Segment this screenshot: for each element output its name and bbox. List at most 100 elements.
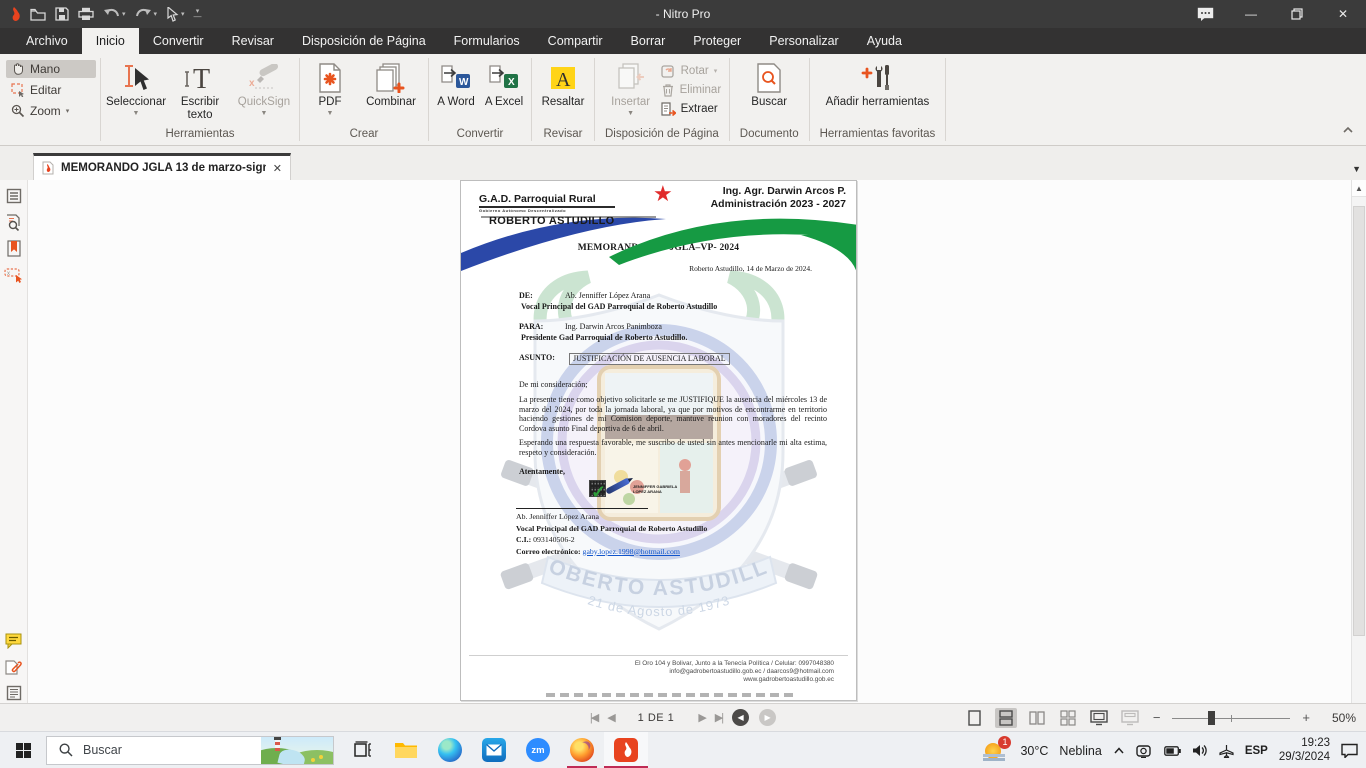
signature-panel-icon[interactable]: x [4,264,24,284]
task-view-button[interactable] [340,732,384,768]
firefox-button[interactable] [560,732,604,768]
close-document-icon[interactable]: ✕ [273,162,282,175]
select-tool-button[interactable]: ▾ [166,7,185,22]
zoom-tool-button[interactable]: Zoom ▾ [6,102,96,120]
scrollbar-thumb[interactable] [1353,206,1365,636]
feedback-icon[interactable] [1182,0,1228,28]
minimize-button[interactable]: — [1228,0,1274,28]
file-explorer-button[interactable] [384,732,428,768]
restore-button[interactable] [1274,0,1320,28]
battery-icon[interactable] [1164,746,1181,756]
facing-pages-view-icon[interactable] [1026,708,1048,728]
tab-disposicion[interactable]: Disposición de Página [288,28,440,54]
continuous-view-icon[interactable] [995,708,1017,728]
pdf-dropdown-caret[interactable]: ▼ [327,110,334,117]
extraer-button[interactable]: Extraer [661,102,722,116]
news-weather-widget[interactable] [261,737,333,764]
mail-button[interactable] [472,732,516,768]
tab-revisar[interactable]: Revisar [218,28,288,54]
edit-tool-button[interactable]: Editar [6,81,96,99]
combinar-button[interactable]: Combinar [358,56,424,109]
buscar-button[interactable]: Buscar [741,56,797,109]
tab-proteger[interactable]: Proteger [679,28,755,54]
close-button[interactable]: ✕ [1320,0,1366,28]
last-page-button[interactable]: ▶| [715,711,722,724]
seleccionar-button[interactable]: Seleccionar ▼ [105,56,167,117]
tab-inicio[interactable]: Inicio [82,28,139,54]
a-word-button[interactable]: W A Word [433,56,479,109]
tab-compartir[interactable]: Compartir [534,28,617,54]
resaltar-button[interactable]: A Resaltar [536,56,590,109]
fullscreen-continuous-icon[interactable] [1119,708,1141,728]
meet-now-icon[interactable] [1136,744,1153,758]
pdf-button[interactable]: PDF ▼ [304,56,356,117]
clock[interactable]: 19:23 29/3/2024 [1279,737,1330,764]
action-center-icon[interactable] [1341,743,1358,758]
next-page-button[interactable]: ▶ [698,711,704,724]
quicksign-button[interactable]: x QuickSign ▼ [233,56,295,117]
search-panel-icon[interactable] [4,212,24,232]
zoom-in-button[interactable]: + [1299,710,1313,725]
tab-personalizar[interactable]: Personalizar [755,28,852,54]
zoom-level[interactable]: 50% [1322,711,1356,725]
single-page-view-icon[interactable] [964,708,986,728]
a-excel-button[interactable]: X A Excel [481,56,527,109]
document-tab[interactable]: MEMORANDO JGLA 13 de marzo-signed ✕ [33,153,291,180]
tab-formularios[interactable]: Formularios [440,28,534,54]
start-button[interactable] [0,732,46,768]
view-history-back-button[interactable]: ◀ [732,709,749,726]
page-indicator[interactable]: 1 DE 1 [638,712,675,724]
anadir-herramientas-button[interactable]: Añadir herramientas [822,56,932,109]
collapse-ribbon-chevron-icon[interactable] [1342,121,1354,139]
taskbar-search[interactable] [46,736,334,765]
tab-list-dropdown-icon[interactable]: ▼ [1352,164,1361,174]
output-panel-icon[interactable] [4,683,24,703]
edge-button[interactable] [428,732,472,768]
select-dropdown-caret[interactable]: ▾ [181,10,185,18]
weather-tray-icon[interactable]: 1 [983,739,1009,763]
search-input[interactable] [83,743,223,757]
grid-pages-view-icon[interactable] [1057,708,1079,728]
tab-archivo[interactable]: Archivo [12,28,82,54]
tab-borrar[interactable]: Borrar [617,28,680,54]
first-page-button[interactable]: |◀ [590,711,597,724]
print-button[interactable] [78,7,94,21]
page-thumbnails-icon[interactable] [4,186,24,206]
fullscreen-view-icon[interactable] [1088,708,1110,728]
save-button[interactable] [55,7,69,21]
scroll-up-arrow[interactable]: ▲ [1352,180,1366,197]
bookmarks-panel-icon[interactable] [4,238,24,258]
airplane-mode-icon[interactable] [1219,744,1234,758]
redo-dropdown-caret[interactable]: ▾ [154,10,158,18]
zoom-slider[interactable] [1172,710,1290,726]
temperature[interactable]: 30°C [1020,744,1048,758]
open-file-button[interactable] [30,8,46,21]
zoom-out-button[interactable]: − [1150,710,1164,725]
undo-button[interactable]: ▾ [103,8,126,21]
attachments-panel-icon[interactable] [4,657,24,677]
pdf-page[interactable]: ROBERTO ASTUDILLO 21 de Agosto de 1973 G… [460,180,857,701]
zoom-dropdown-caret[interactable]: ▾ [66,107,70,115]
view-history-forward-button[interactable]: ▶ [759,709,776,726]
tab-convertir[interactable]: Convertir [139,28,218,54]
zoom-app-button[interactable]: zm [516,732,560,768]
customize-quick-access-button[interactable]: ▾— [194,9,202,19]
undo-dropdown-caret[interactable]: ▾ [122,10,126,18]
signer-email-link[interactable]: gaby.lopez.1998@hotmail.com [583,547,680,556]
seleccionar-dropdown-caret[interactable]: ▼ [133,110,140,117]
eliminar-button[interactable]: Eliminar [661,83,722,97]
redo-button[interactable]: ▾ [135,8,158,21]
zoom-slider-handle[interactable] [1208,711,1215,725]
vertical-scrollbar[interactable]: ▲ [1351,180,1366,703]
rotar-button[interactable]: Rotar ▾ [661,64,722,78]
tab-ayuda[interactable]: Ayuda [853,28,916,54]
hidden-icons-chevron-icon[interactable] [1113,746,1125,755]
previous-page-button[interactable]: ◀ [607,711,613,724]
weather-condition[interactable]: Neblina [1059,744,1101,758]
escribir-texto-button[interactable]: T Escribir texto [169,56,231,121]
nitro-taskbar-button[interactable] [604,732,648,768]
comments-panel-icon[interactable] [4,631,24,651]
volume-icon[interactable] [1192,744,1208,757]
language-indicator[interactable]: ESP [1245,745,1268,757]
insertar-button[interactable]: Insertar ▼ [603,56,659,117]
